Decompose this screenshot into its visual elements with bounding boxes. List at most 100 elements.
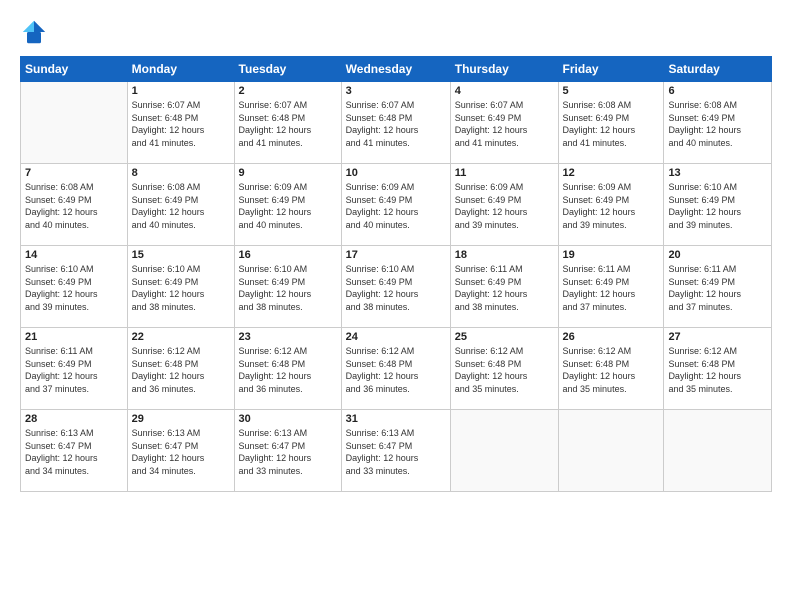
calendar-cell: 5 Sunrise: 6:08 AM Sunset: 6:49 PM Daylig… bbox=[558, 82, 664, 164]
day-info: Sunrise: 6:13 AM Sunset: 6:47 PM Dayligh… bbox=[239, 427, 337, 477]
day-number: 13 bbox=[668, 167, 767, 179]
calendar-week-row: 1 Sunrise: 6:07 AM Sunset: 6:48 PM Daylig… bbox=[21, 82, 772, 164]
day-info: Sunrise: 6:07 AM Sunset: 6:48 PM Dayligh… bbox=[239, 99, 337, 149]
calendar-cell: 7 Sunrise: 6:08 AM Sunset: 6:49 PM Daylig… bbox=[21, 164, 128, 246]
day-number: 11 bbox=[455, 167, 554, 179]
day-info: Sunrise: 6:13 AM Sunset: 6:47 PM Dayligh… bbox=[25, 427, 123, 477]
day-number: 12 bbox=[563, 167, 660, 179]
calendar-cell: 13 Sunrise: 6:10 AM Sunset: 6:49 PM Dayli… bbox=[664, 164, 772, 246]
logo-icon bbox=[20, 18, 48, 46]
col-header-wednesday: Wednesday bbox=[341, 57, 450, 82]
col-header-sunday: Sunday bbox=[21, 57, 128, 82]
day-number: 19 bbox=[563, 249, 660, 261]
calendar-week-row: 28 Sunrise: 6:13 AM Sunset: 6:47 PM Dayli… bbox=[21, 410, 772, 492]
day-number: 17 bbox=[346, 249, 446, 261]
calendar-cell: 16 Sunrise: 6:10 AM Sunset: 6:49 PM Dayli… bbox=[234, 246, 341, 328]
day-number: 5 bbox=[563, 85, 660, 97]
day-number: 27 bbox=[668, 331, 767, 343]
calendar-cell: 29 Sunrise: 6:13 AM Sunset: 6:47 PM Dayli… bbox=[127, 410, 234, 492]
day-info: Sunrise: 6:10 AM Sunset: 6:49 PM Dayligh… bbox=[25, 263, 123, 313]
day-number: 14 bbox=[25, 249, 123, 261]
calendar-cell: 1 Sunrise: 6:07 AM Sunset: 6:48 PM Daylig… bbox=[127, 82, 234, 164]
calendar-cell: 11 Sunrise: 6:09 AM Sunset: 6:49 PM Dayli… bbox=[450, 164, 558, 246]
day-info: Sunrise: 6:11 AM Sunset: 6:49 PM Dayligh… bbox=[668, 263, 767, 313]
day-info: Sunrise: 6:12 AM Sunset: 6:48 PM Dayligh… bbox=[239, 345, 337, 395]
calendar-cell: 20Sunrise: 6:11 AM Sunset: 6:49 PM Dayli… bbox=[664, 246, 772, 328]
day-number: 7 bbox=[25, 167, 123, 179]
day-info: Sunrise: 6:10 AM Sunset: 6:49 PM Dayligh… bbox=[132, 263, 230, 313]
day-info: Sunrise: 6:08 AM Sunset: 6:49 PM Dayligh… bbox=[132, 181, 230, 231]
day-info: Sunrise: 6:09 AM Sunset: 6:49 PM Dayligh… bbox=[239, 181, 337, 231]
calendar-cell bbox=[450, 410, 558, 492]
day-info: Sunrise: 6:10 AM Sunset: 6:49 PM Dayligh… bbox=[668, 181, 767, 231]
day-info: Sunrise: 6:07 AM Sunset: 6:48 PM Dayligh… bbox=[346, 99, 446, 149]
day-number: 28 bbox=[25, 413, 123, 425]
day-info: Sunrise: 6:12 AM Sunset: 6:48 PM Dayligh… bbox=[668, 345, 767, 395]
day-info: Sunrise: 6:08 AM Sunset: 6:49 PM Dayligh… bbox=[563, 99, 660, 149]
day-info: Sunrise: 6:10 AM Sunset: 6:49 PM Dayligh… bbox=[239, 263, 337, 313]
day-number: 25 bbox=[455, 331, 554, 343]
day-info: Sunrise: 6:07 AM Sunset: 6:49 PM Dayligh… bbox=[455, 99, 554, 149]
calendar-cell: 27 Sunrise: 6:12 AM Sunset: 6:48 PM Dayli… bbox=[664, 328, 772, 410]
day-number: 26 bbox=[563, 331, 660, 343]
calendar-cell: 22 Sunrise: 6:12 AM Sunset: 6:48 PM Dayli… bbox=[127, 328, 234, 410]
calendar-cell: 4 Sunrise: 6:07 AM Sunset: 6:49 PM Daylig… bbox=[450, 82, 558, 164]
day-info: Sunrise: 6:08 AM Sunset: 6:49 PM Dayligh… bbox=[25, 181, 123, 231]
calendar-cell: 15 Sunrise: 6:10 AM Sunset: 6:49 PM Dayli… bbox=[127, 246, 234, 328]
day-info: Sunrise: 6:12 AM Sunset: 6:48 PM Dayligh… bbox=[132, 345, 230, 395]
calendar-cell: 10 Sunrise: 6:09 AM Sunset: 6:49 PM Dayli… bbox=[341, 164, 450, 246]
header bbox=[20, 18, 772, 46]
col-header-friday: Friday bbox=[558, 57, 664, 82]
day-info: Sunrise: 6:07 AM Sunset: 6:48 PM Dayligh… bbox=[132, 99, 230, 149]
day-number: 30 bbox=[239, 413, 337, 425]
calendar-cell: 21Sunrise: 6:11 AM Sunset: 6:49 PM Dayli… bbox=[21, 328, 128, 410]
calendar-week-row: 7 Sunrise: 6:08 AM Sunset: 6:49 PM Daylig… bbox=[21, 164, 772, 246]
calendar-cell bbox=[21, 82, 128, 164]
calendar-cell: 28 Sunrise: 6:13 AM Sunset: 6:47 PM Dayli… bbox=[21, 410, 128, 492]
day-number: 22 bbox=[132, 331, 230, 343]
day-number: 8 bbox=[132, 167, 230, 179]
day-info: Sunrise: 6:12 AM Sunset: 6:48 PM Dayligh… bbox=[563, 345, 660, 395]
day-number: 10 bbox=[346, 167, 446, 179]
calendar-cell: 30 Sunrise: 6:13 AM Sunset: 6:47 PM Dayli… bbox=[234, 410, 341, 492]
col-header-tuesday: Tuesday bbox=[234, 57, 341, 82]
day-number: 3 bbox=[346, 85, 446, 97]
day-number: 9 bbox=[239, 167, 337, 179]
calendar-cell: 3 Sunrise: 6:07 AM Sunset: 6:48 PM Daylig… bbox=[341, 82, 450, 164]
day-info: Sunrise: 6:12 AM Sunset: 6:48 PM Dayligh… bbox=[346, 345, 446, 395]
calendar-cell: 6Sunrise: 6:08 AM Sunset: 6:49 PM Daylig… bbox=[664, 82, 772, 164]
day-info: Sunrise: 6:13 AM Sunset: 6:47 PM Dayligh… bbox=[346, 427, 446, 477]
day-info: Sunrise: 6:12 AM Sunset: 6:48 PM Dayligh… bbox=[455, 345, 554, 395]
calendar-cell: 17Sunrise: 6:10 AM Sunset: 6:49 PM Dayli… bbox=[341, 246, 450, 328]
calendar-cell: 25 Sunrise: 6:12 AM Sunset: 6:48 PM Dayli… bbox=[450, 328, 558, 410]
day-number: 29 bbox=[132, 413, 230, 425]
calendar-cell: 14 Sunrise: 6:10 AM Sunset: 6:49 PM Dayli… bbox=[21, 246, 128, 328]
day-number: 4 bbox=[455, 85, 554, 97]
calendar-cell: 31 Sunrise: 6:13 AM Sunset: 6:47 PM Dayli… bbox=[341, 410, 450, 492]
day-number: 23 bbox=[239, 331, 337, 343]
calendar-cell: 9 Sunrise: 6:09 AM Sunset: 6:49 PM Daylig… bbox=[234, 164, 341, 246]
col-header-saturday: Saturday bbox=[664, 57, 772, 82]
day-number: 18 bbox=[455, 249, 554, 261]
day-number: 16 bbox=[239, 249, 337, 261]
day-number: 15 bbox=[132, 249, 230, 261]
day-info: Sunrise: 6:13 AM Sunset: 6:47 PM Dayligh… bbox=[132, 427, 230, 477]
day-info: Sunrise: 6:11 AM Sunset: 6:49 PM Dayligh… bbox=[25, 345, 123, 395]
calendar-cell: 2 Sunrise: 6:07 AM Sunset: 6:48 PM Daylig… bbox=[234, 82, 341, 164]
calendar-cell: 19 Sunrise: 6:11 AM Sunset: 6:49 PM Dayli… bbox=[558, 246, 664, 328]
calendar-header-row: SundayMondayTuesdayWednesdayThursdayFrid… bbox=[21, 57, 772, 82]
day-info: Sunrise: 6:11 AM Sunset: 6:49 PM Dayligh… bbox=[455, 263, 554, 313]
day-info: Sunrise: 6:09 AM Sunset: 6:49 PM Dayligh… bbox=[346, 181, 446, 231]
day-number: 24 bbox=[346, 331, 446, 343]
day-info: Sunrise: 6:09 AM Sunset: 6:49 PM Dayligh… bbox=[455, 181, 554, 231]
day-info: Sunrise: 6:08 AM Sunset: 6:49 PM Dayligh… bbox=[668, 99, 767, 149]
calendar-table: SundayMondayTuesdayWednesdayThursdayFrid… bbox=[20, 56, 772, 492]
calendar-cell bbox=[558, 410, 664, 492]
calendar-cell: 26 Sunrise: 6:12 AM Sunset: 6:48 PM Dayli… bbox=[558, 328, 664, 410]
day-number: 1 bbox=[132, 85, 230, 97]
calendar-cell: 12Sunrise: 6:09 AM Sunset: 6:49 PM Dayli… bbox=[558, 164, 664, 246]
calendar-cell: 23 Sunrise: 6:12 AM Sunset: 6:48 PM Dayli… bbox=[234, 328, 341, 410]
day-number: 31 bbox=[346, 413, 446, 425]
day-number: 2 bbox=[239, 85, 337, 97]
day-info: Sunrise: 6:11 AM Sunset: 6:49 PM Dayligh… bbox=[563, 263, 660, 313]
